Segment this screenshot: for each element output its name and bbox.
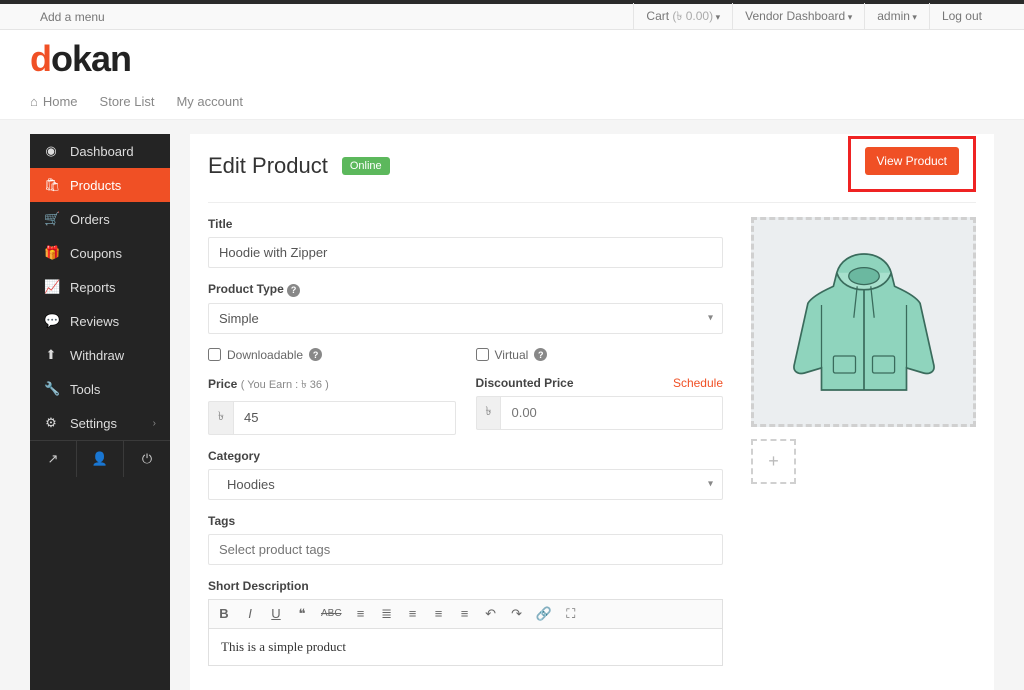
chart-icon: 📈 — [44, 279, 58, 295]
logo[interactable]: dokan — [30, 38, 994, 80]
short-desc-label: Short Description — [208, 579, 723, 593]
help-icon[interactable]: ? — [287, 284, 300, 297]
add-image-button[interactable]: + — [751, 439, 796, 484]
briefcase-icon: 🛍 — [44, 177, 58, 193]
downloadable-label: Downloadable — [227, 348, 303, 362]
help-icon[interactable]: ? — [309, 348, 322, 361]
nav-home[interactable]: ⌂Home — [30, 94, 78, 109]
gear-icon: ⚙ — [44, 415, 58, 431]
logout-link[interactable]: Log out — [929, 3, 994, 30]
redo-button[interactable]: ↷ — [510, 606, 524, 622]
virtual-checkbox[interactable] — [476, 348, 489, 361]
italic-button[interactable]: I — [243, 606, 257, 621]
profile-button[interactable]: 👤 — [77, 441, 124, 477]
hoodie-image — [779, 237, 949, 407]
align-right-button[interactable]: ≡ — [458, 606, 472, 621]
add-menu-link[interactable]: Add a menu — [40, 10, 105, 24]
sidebar-item-withdraw[interactable]: ⬆Withdraw — [30, 338, 170, 372]
comment-icon: 💬 — [44, 313, 58, 329]
schedule-link[interactable]: Schedule — [673, 376, 723, 390]
sidebar-item-dashboard[interactable]: ◉Dashboard — [30, 134, 170, 168]
price-input[interactable] — [233, 401, 456, 435]
gift-icon: 🎁 — [44, 245, 58, 261]
category-select[interactable]: Hoodies — [208, 469, 723, 500]
cart-link[interactable]: Cart (৳ 0.00) — [633, 3, 732, 30]
undo-button[interactable]: ↶ — [484, 606, 498, 622]
link-button[interactable]: 🔗 — [536, 606, 552, 622]
sidebar-item-products[interactable]: 🛍Products — [30, 168, 170, 202]
power-button[interactable]: ⏻ — [124, 441, 170, 477]
editor-toolbar: B I U ❝ ABC ≡ ≣ ≡ ≡ ≡ ↶ ↷ 🔗 ⛶ — [208, 599, 723, 629]
product-type-label: Product Type ? — [208, 282, 723, 297]
chevron-right-icon: › — [153, 418, 156, 429]
discount-input[interactable] — [500, 396, 723, 430]
tags-label: Tags — [208, 514, 723, 528]
sidebar-item-tools[interactable]: 🔧Tools — [30, 372, 170, 406]
align-center-button[interactable]: ≡ — [432, 606, 446, 621]
upload-icon: ⬆ — [44, 347, 58, 363]
discount-label: Discounted Price — [476, 376, 574, 390]
price-label: Price ( You Earn : ৳ 36 ) — [208, 376, 329, 395]
bold-button[interactable]: B — [217, 606, 231, 621]
sidebar-item-coupons[interactable]: 🎁Coupons — [30, 236, 170, 270]
title-label: Title — [208, 217, 723, 231]
downloadable-checkbox[interactable] — [208, 348, 221, 361]
tags-input[interactable] — [208, 534, 723, 565]
vendor-dashboard-link[interactable]: Vendor Dashboard — [732, 3, 864, 30]
cart-icon: 🛒 — [44, 211, 58, 227]
power-icon: ⏻ — [142, 451, 152, 466]
user-icon: 👤 — [92, 451, 108, 466]
status-badge: Online — [342, 157, 390, 175]
external-icon: ↗ — [48, 451, 59, 466]
sidebar-item-orders[interactable]: 🛒Orders — [30, 202, 170, 236]
sidebar-item-reports[interactable]: 📈Reports — [30, 270, 170, 304]
short-desc-editor[interactable]: This is a simple product — [208, 629, 723, 666]
fullscreen-button[interactable]: ⛶ — [564, 606, 578, 622]
align-left-button[interactable]: ≡ — [406, 606, 420, 621]
view-product-highlight: View Product — [848, 136, 976, 192]
underline-button[interactable]: U — [269, 606, 283, 621]
product-type-select[interactable]: Simple — [208, 303, 723, 334]
sidebar-item-settings[interactable]: ⚙Settings› — [30, 406, 170, 440]
help-icon[interactable]: ? — [534, 348, 547, 361]
plus-icon: + — [768, 451, 779, 472]
view-product-button[interactable]: View Product — [865, 147, 959, 175]
wrench-icon: 🔧 — [44, 381, 58, 397]
product-image-box[interactable] — [751, 217, 976, 427]
admin-link[interactable]: admin — [864, 3, 929, 30]
page-title: Edit Product — [208, 153, 328, 179]
dashboard-icon: ◉ — [44, 143, 58, 159]
virtual-label: Virtual — [495, 348, 529, 362]
list-ul-button[interactable]: ≡ — [354, 606, 368, 621]
quote-button[interactable]: ❝ — [295, 606, 309, 622]
category-label: Category — [208, 449, 723, 463]
currency-addon: ৳ — [208, 401, 233, 435]
external-link-button[interactable]: ↗ — [30, 441, 77, 477]
title-input[interactable] — [208, 237, 723, 268]
list-ol-button[interactable]: ≣ — [380, 606, 394, 622]
currency-addon: ৳ — [476, 396, 501, 430]
sidebar: ◉Dashboard 🛍Products 🛒Orders 🎁Coupons 📈R… — [30, 134, 170, 690]
strike-button[interactable]: ABC — [321, 608, 342, 619]
nav-my-account[interactable]: My account — [176, 94, 242, 109]
home-icon: ⌂ — [30, 94, 38, 109]
nav-store-list[interactable]: Store List — [100, 94, 155, 109]
sidebar-item-reviews[interactable]: 💬Reviews — [30, 304, 170, 338]
